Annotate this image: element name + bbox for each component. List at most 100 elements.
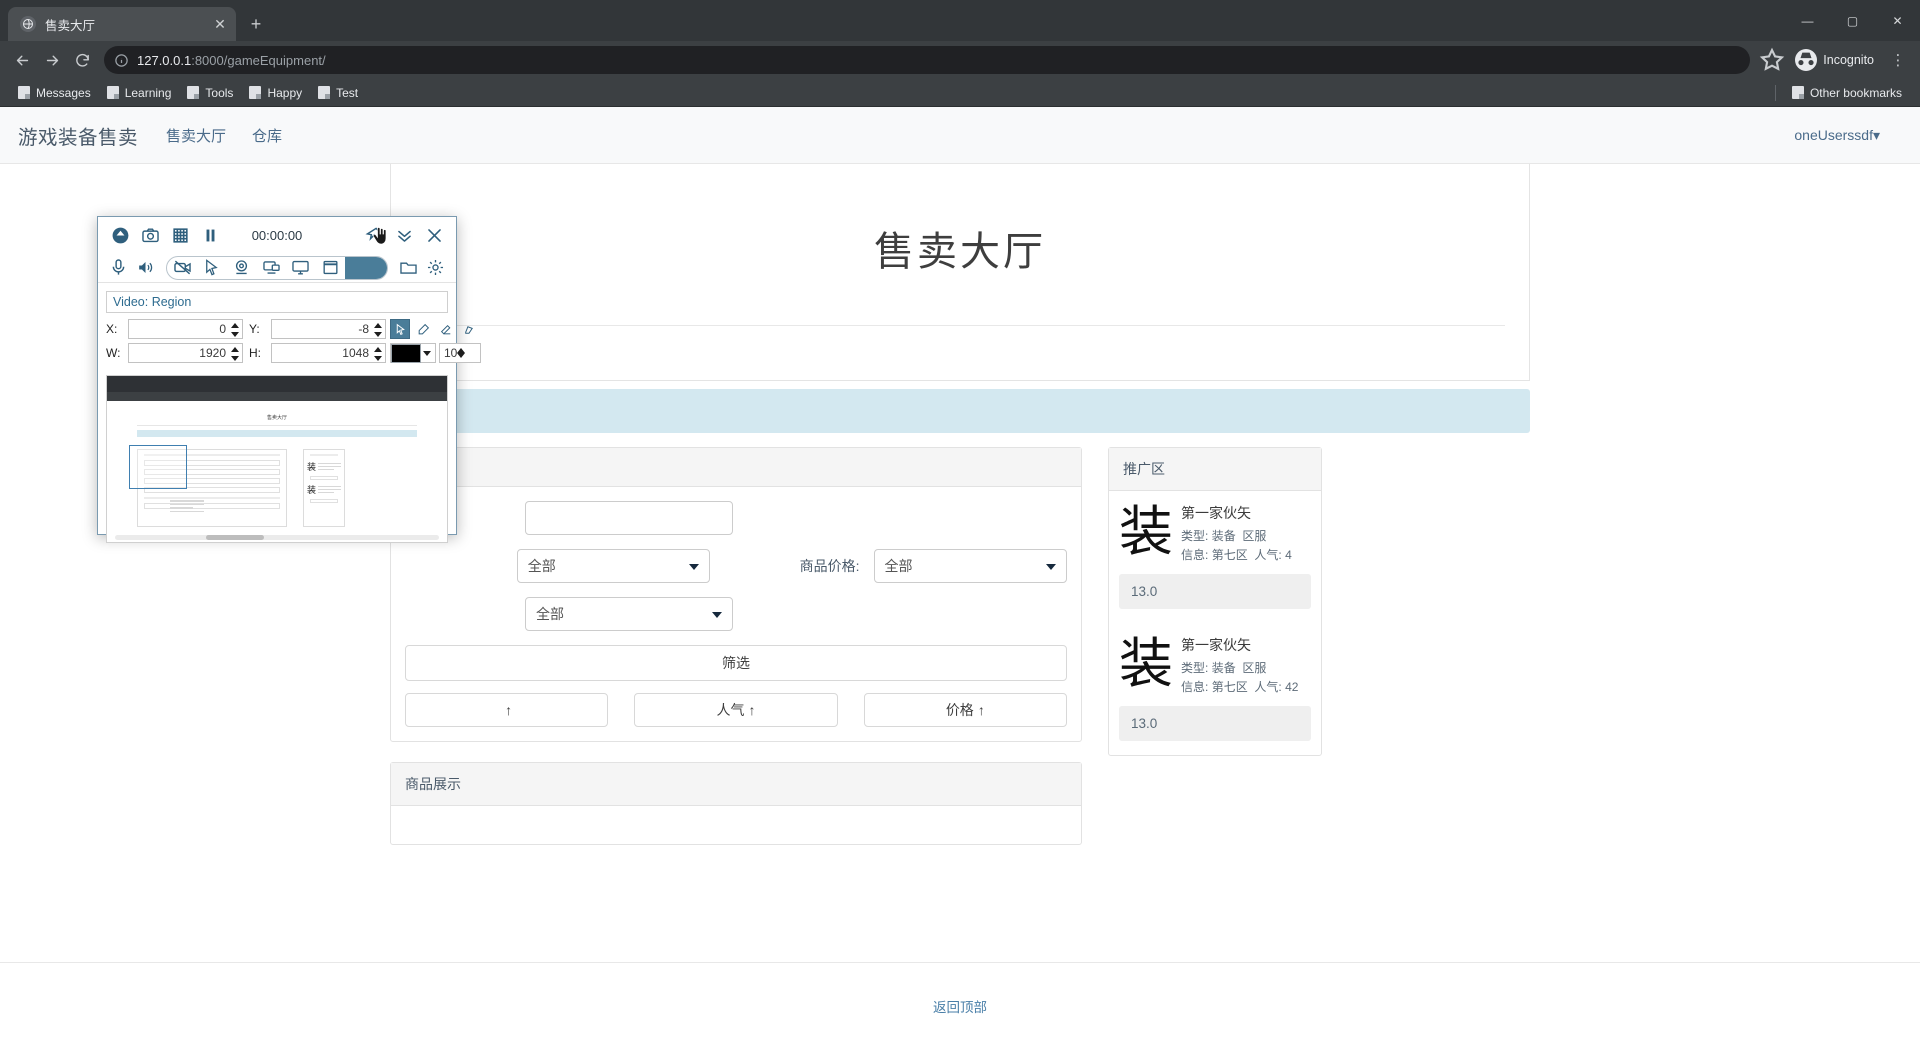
filter-row-2: 全部 商品价格: 全部 <box>405 549 1067 583</box>
close-window-button[interactable]: ✕ <box>1875 0 1920 41</box>
filter-label-price: 商品价格: <box>799 558 860 574</box>
h-input[interactable]: 1048 <box>271 343 386 363</box>
address-bar[interactable]: 127.0.0.1:8000/gameEquipment/ <box>104 46 1751 74</box>
profile-chip[interactable]: Incognito <box>1792 47 1882 73</box>
y-label: Y: <box>249 322 260 336</box>
pen-tool-icon[interactable] <box>413 319 433 339</box>
stroke-size-stepper[interactable] <box>457 348 466 358</box>
select-tool-icon[interactable] <box>390 319 410 339</box>
filter-text-input[interactable] <box>525 501 733 535</box>
promo-panel: 推广区 装 第一家伙矢 类型: 装备 区服 信息: 第七区 人气: 4 13.0… <box>1108 447 1322 757</box>
sort-button-default[interactable]: ↑ <box>405 693 609 727</box>
stroke-style-row: 10 <box>390 343 481 363</box>
close-icon[interactable] <box>420 221 448 249</box>
sort-button-popularity[interactable]: 人气 ↑ <box>634 693 838 727</box>
promo-info-label: 信息: <box>1181 547 1209 562</box>
nav-link-warehouse[interactable]: 仓库 <box>252 125 282 146</box>
arrow-up-icon: ↑ <box>748 702 756 718</box>
recorder-mode-label[interactable]: Video: Region <box>106 291 448 313</box>
profile-label: Incognito <box>1823 53 1874 67</box>
other-bookmarks-label: Other bookmarks <box>1809 85 1902 100</box>
url-host: 127.0.0.1 <box>137 52 192 68</box>
browser-menu-icon[interactable]: ⋮ <box>1884 46 1912 74</box>
screen-recorder-window[interactable]: 00:00:00 Video: Region X: 0 Y: -8 W: 192… <box>97 216 481 543</box>
site-info-icon[interactable] <box>114 53 129 68</box>
w-stepper[interactable] <box>230 345 239 363</box>
stroke-size-input[interactable]: 10 <box>439 343 481 363</box>
region-icon[interactable] <box>316 257 346 279</box>
promo-type-label: 类型: <box>1181 661 1209 676</box>
filter-submit-button[interactable]: 筛选 <box>405 645 1067 681</box>
new-tab-button[interactable]: + <box>242 10 270 38</box>
webcam-icon[interactable] <box>227 257 257 279</box>
h-value: 1048 <box>342 346 369 360</box>
page-footer: 返回顶部 <box>0 962 1920 1048</box>
user-menu[interactable]: oneUserssdf▾ <box>1794 127 1902 144</box>
cursor-icon[interactable] <box>197 257 227 279</box>
x-input[interactable]: 0 <box>128 319 243 339</box>
reload-icon[interactable] <box>68 46 96 74</box>
bookmark-learning[interactable]: Learning <box>99 83 180 103</box>
other-bookmarks[interactable]: Other bookmarks <box>1784 83 1910 103</box>
bookmark-happy[interactable]: Happy <box>241 83 310 103</box>
promo-type-value: 装备 <box>1211 529 1236 543</box>
filter-select-server[interactable]: 全部 <box>525 597 733 631</box>
filter-select-category[interactable]: 全部 <box>516 549 711 583</box>
recorder-preview[interactable]: 售卖大厅 装 装 <box>106 375 448 543</box>
h-stepper[interactable] <box>373 345 382 363</box>
promo-item-price: 13.0 <box>1119 706 1311 742</box>
color-picker[interactable] <box>390 343 436 363</box>
bookmarks-separator <box>1774 84 1776 101</box>
chevron-double-down-icon[interactable] <box>390 221 418 249</box>
back-to-top-link[interactable]: 返回顶部 <box>933 996 987 1016</box>
y-stepper[interactable] <box>373 321 382 339</box>
back-icon[interactable] <box>8 46 36 74</box>
pin-icon[interactable] <box>360 221 388 249</box>
page-title: 售卖大厅 <box>874 230 1046 274</box>
speaker-icon[interactable] <box>133 254 158 282</box>
monitor-icon[interactable] <box>286 257 316 279</box>
recorder-source-toolbar <box>98 253 456 283</box>
promo-item-meta: 类型: 装备 区服 信息: 第七区 人气: 42 <box>1181 659 1311 696</box>
bookmark-star-icon[interactable] <box>1758 46 1786 74</box>
grid-icon[interactable] <box>166 221 194 249</box>
x-stepper[interactable] <box>230 321 239 339</box>
site-brand[interactable]: 游戏装备售卖 <box>18 121 138 150</box>
record-upload-icon[interactable] <box>106 221 134 249</box>
promo-popularity-value: 42 <box>1285 679 1299 694</box>
bookmark-test[interactable]: Test <box>310 83 366 103</box>
filter-panel-body: 全部 商品价格: 全部 全部 筛选 ↑ 人气 ↑ 价格 ↑ <box>391 487 1081 741</box>
selected-source-segment[interactable] <box>345 256 387 279</box>
webcam-off-icon[interactable] <box>167 257 197 279</box>
promo-card[interactable]: 装 第一家伙矢 类型: 装备 区服 信息: 第七区 人气: <box>1109 491 1321 564</box>
microphone-icon[interactable] <box>106 254 131 282</box>
preview-scrollbar[interactable] <box>115 535 439 540</box>
bookmark-tools[interactable]: Tools <box>179 83 241 103</box>
y-input[interactable]: -8 <box>271 319 386 339</box>
tab-close-icon[interactable]: ✕ <box>212 16 228 32</box>
filter-row-1 <box>405 501 1067 535</box>
preview-tabstrip <box>107 376 447 392</box>
maximize-button[interactable]: ▢ <box>1830 0 1875 41</box>
preview-selection-rect[interactable] <box>129 445 204 512</box>
camera-icon[interactable] <box>136 221 164 249</box>
preview-title: 售卖大厅 <box>266 415 287 421</box>
nav-link-hall[interactable]: 售卖大厅 <box>166 125 226 146</box>
promo-card[interactable]: 装 第一家伙矢 类型: 装备 区服 信息: 第七区 人气: <box>1109 623 1321 696</box>
forward-icon[interactable] <box>38 46 66 74</box>
minimize-button[interactable]: — <box>1785 0 1830 41</box>
sort-button-price[interactable]: 价格 ↑ <box>863 693 1067 727</box>
pause-icon[interactable] <box>196 221 224 249</box>
eraser-tool-icon[interactable] <box>436 319 456 339</box>
bookmark-label: Learning <box>124 85 172 100</box>
w-input[interactable]: 1920 <box>128 343 243 363</box>
arrow-up-icon: ↑ <box>977 702 985 718</box>
browser-tab[interactable]: 售卖大厅 ✕ <box>8 7 236 41</box>
settings-gear-icon[interactable] <box>423 254 448 282</box>
bookmark-messages[interactable]: Messages <box>10 83 99 103</box>
chevron-down-icon[interactable] <box>421 350 433 356</box>
highlighter-tool-icon[interactable] <box>459 319 479 339</box>
screen-cast-icon[interactable] <box>256 257 286 279</box>
filter-select-price[interactable]: 全部 <box>873 549 1067 583</box>
folder-icon[interactable] <box>396 254 421 282</box>
